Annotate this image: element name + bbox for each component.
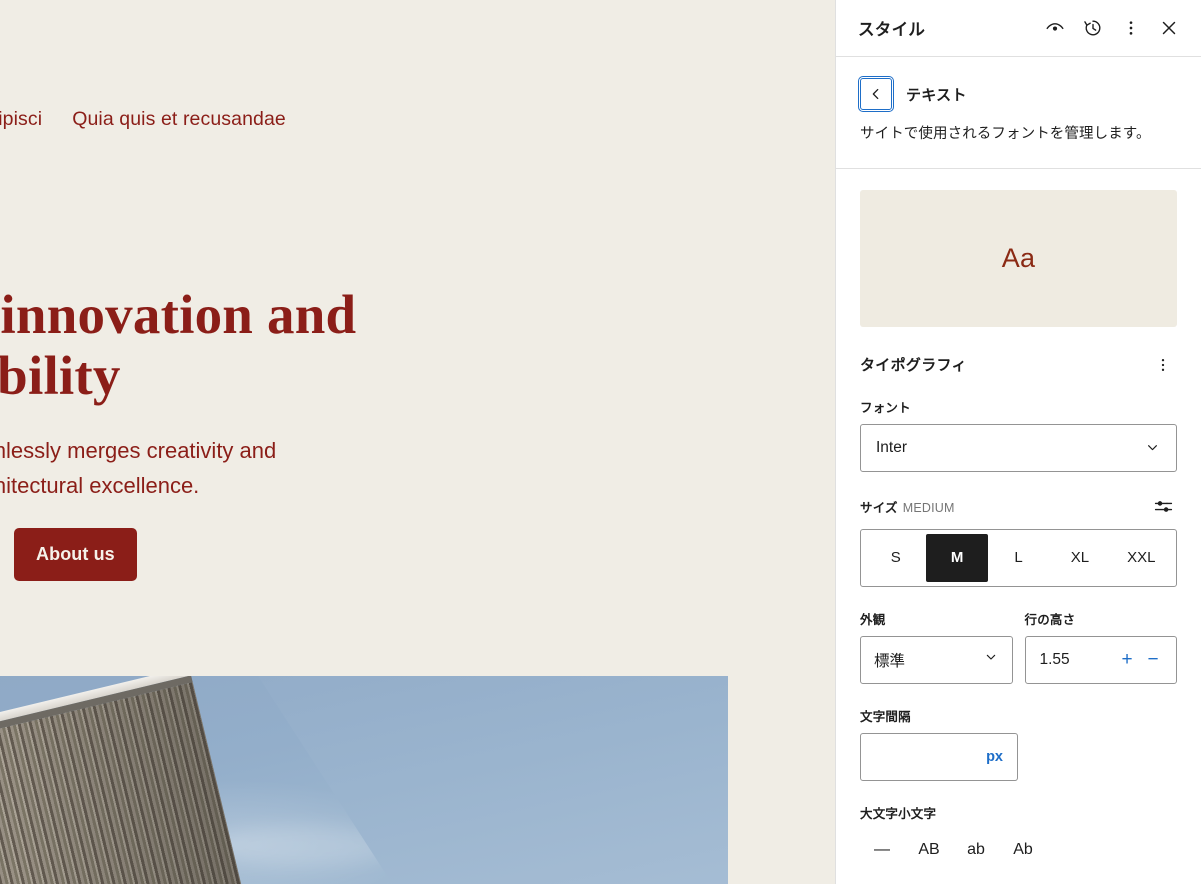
appearance-lineheight-row: 外観 標準 行の高さ 1.55 + − [860, 609, 1177, 684]
close-icon[interactable] [1150, 9, 1188, 47]
font-size-option-xxl[interactable]: XXL [1111, 534, 1172, 582]
typography-heading: タイポグラフィ [860, 357, 967, 375]
text-transform-capitalize-button[interactable]: Ab [1001, 830, 1045, 870]
section-description: サイトで使用されるフォントを管理します。 [860, 126, 1151, 142]
letter-spacing-unit[interactable]: px [986, 749, 1003, 765]
cloud-wisp-3 [520, 846, 680, 880]
hero-heading-line-1: nt to innovation and [0, 284, 357, 345]
text-transform-field: 大文字小文字 — AB ab Ab [860, 803, 1177, 870]
hero-heading-line-2: tainability [0, 344, 121, 406]
line-height-field: 行の高さ 1.55 + − [1024, 609, 1177, 684]
font-field-label: フォント [860, 400, 911, 415]
typography-section: タイポグラフィ フォント Inter サイズ MEDIUM S M L XL X… [836, 327, 1201, 870]
typography-header: タイポグラフィ [860, 351, 1177, 379]
section-title: テキスト [906, 86, 967, 104]
back-button[interactable] [858, 76, 894, 112]
nav-link-2[interactable]: Quia quis et recusandae [72, 108, 286, 131]
line-height-decrement-button[interactable]: − [1140, 645, 1166, 675]
text-transform-lowercase-button[interactable]: ab [954, 830, 998, 870]
font-family-select[interactable]: Inter [860, 423, 1177, 472]
hero-paragraph-line-2: edefine architectural excellence. [0, 472, 200, 498]
section-nav-row: テキスト [858, 76, 1177, 112]
site-navigation: que adipisci Quia quis et recusandae [0, 108, 286, 131]
line-height-label: 行の高さ [1024, 612, 1076, 627]
size-label-row: サイズ MEDIUM [860, 493, 1177, 521]
letter-spacing-field: 文字間隔 px [860, 706, 1177, 781]
letter-spacing-label: 文字間隔 [860, 709, 911, 724]
text-transform-uppercase-button[interactable]: AB [907, 830, 951, 870]
cloud-wisp-2 [210, 826, 400, 866]
text-transform-none-button[interactable]: — [860, 830, 904, 870]
cloud-wisp-1 [380, 706, 610, 758]
site-preview-canvas[interactable]: que adipisci Quia quis et recusandae nt … [0, 0, 835, 884]
style-book-icon[interactable] [1036, 9, 1074, 47]
size-label-text: サイズ [860, 501, 898, 516]
chevron-down-icon [1144, 439, 1161, 456]
line-height-increment-button[interactable]: + [1114, 645, 1140, 675]
text-transform-label: 大文字小文字 [860, 806, 937, 821]
line-height-stepper[interactable]: 1.55 + − [1024, 635, 1177, 684]
letter-spacing-input[interactable]: px [860, 732, 1018, 781]
panel-header: スタイル [836, 0, 1201, 57]
font-size-segmented-control[interactable]: S M L XL XXL [860, 528, 1177, 587]
font-preview-text: Aa [1001, 242, 1036, 273]
line-height-value[interactable]: 1.55 [1040, 651, 1115, 669]
section-navigation: テキスト サイトで使用されるフォントを管理します。 [836, 57, 1201, 169]
revisions-icon[interactable] [1074, 9, 1112, 47]
font-family-value: Inter [876, 438, 908, 456]
font-size-option-xl[interactable]: XL [1049, 534, 1110, 582]
appearance-select[interactable]: 標準 [860, 635, 1013, 684]
sliders-icon[interactable] [1149, 493, 1177, 521]
panel-title: スタイル [858, 21, 926, 39]
nav-link-1[interactable]: que adipisci [0, 108, 42, 131]
hero-photo [0, 676, 713, 884]
hero-heading: nt to innovation and tainability [0, 284, 357, 406]
appearance-value: 標準 [874, 652, 906, 670]
appearance-label: 外観 [860, 612, 886, 627]
size-field-label: サイズ MEDIUM [860, 497, 955, 516]
font-size-option-l[interactable]: L [988, 534, 1049, 582]
font-size-option-m[interactable]: M [926, 533, 988, 582]
editor-root: que adipisci Quia quis et recusandae nt … [0, 0, 1201, 884]
hero-paragraph: m that seamlessly merges creativity and … [0, 434, 276, 504]
panel-body: テキスト サイトで使用されるフォントを管理します。 Aa タイポグラフィ フォン… [836, 57, 1201, 884]
text-transform-options: — AB ab Ab [860, 830, 1177, 870]
appearance-field: 外観 標準 [860, 609, 1013, 684]
font-size-option-s[interactable]: S [865, 534, 926, 582]
typography-more-options-icon[interactable] [1149, 351, 1177, 379]
about-us-button[interactable]: About us [14, 528, 137, 581]
font-preview[interactable]: Aa [860, 189, 1177, 327]
styles-sidebar: スタイル テキスト サイトで使用されるフォントを管理します。 Aa タイポグラフ… [835, 0, 1201, 884]
hero-paragraph-line-1: m that seamlessly merges creativity and [0, 438, 277, 463]
chevron-down-icon [983, 649, 999, 670]
size-unit-value: MEDIUM [902, 501, 955, 516]
more-options-icon[interactable] [1112, 9, 1150, 47]
